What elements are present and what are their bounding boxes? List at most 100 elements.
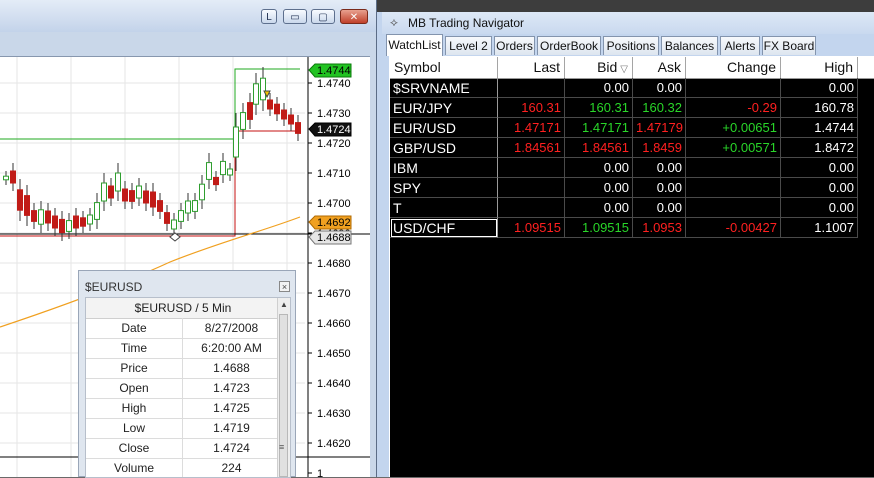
cell-symbol: SPY (390, 178, 498, 198)
layout-button[interactable]: L (261, 9, 277, 24)
cell-change: +0.00571 (686, 138, 781, 158)
restore-button[interactable]: ▢ (311, 9, 335, 24)
column-header-label: High (824, 59, 853, 75)
candle-body (129, 190, 135, 202)
data-label: Price (86, 358, 183, 378)
tab-orders[interactable]: Orders (494, 36, 535, 55)
data-window-table: $EURUSD / 5 Min Date 8/27/2008 Time 6:20:00… (85, 297, 291, 478)
data-window: $EURUSD × $EURUSD / 5 Min Date 8/27/2008 T… (78, 270, 296, 478)
tab-orderbook[interactable]: OrderBook (537, 36, 601, 55)
data-label: Low (86, 418, 183, 438)
cell-last: 1.09515 (498, 218, 565, 238)
watchlist-row-eurjpy[interactable]: EUR/JPY 160.31 160.31 160.32 -0.29 160.78 (390, 98, 874, 118)
watchlist-row-ibm[interactable]: IBM 0.00 0.00 0.00 (390, 158, 874, 178)
candle-body (288, 114, 294, 125)
candle-body (31, 210, 37, 222)
column-header-last[interactable]: Last (498, 57, 565, 78)
data-row-volume: Volume 224 (86, 458, 280, 477)
candle-body (24, 195, 30, 216)
cell-high: 0.00 (781, 158, 858, 178)
cell-ask: 1.0953 (633, 218, 686, 238)
data-label: Time (86, 338, 183, 358)
cell-ask: 1.47179 (633, 118, 686, 138)
scroll-up-icon[interactable]: ▲ (280, 300, 288, 309)
data-row-low: Low 1.4719 (86, 418, 280, 439)
high-price-tag: 1.4744 (308, 63, 352, 78)
candle-body (52, 215, 58, 229)
candle-body (59, 218, 65, 234)
tab-positions[interactable]: Positions (603, 36, 659, 55)
watchlist-row-spy[interactable]: SPY 0.00 0.00 0.00 (390, 178, 874, 198)
price-axis-label: 1.4630 (317, 408, 351, 420)
candle-body (227, 168, 233, 176)
candle-body (247, 102, 253, 120)
price-axis-label: 1.4640 (317, 378, 351, 390)
column-header-high[interactable]: High (781, 57, 858, 78)
column-header-change[interactable]: Change (686, 57, 781, 78)
navigator-title: MB Trading Navigator (408, 16, 525, 30)
tab-alerts[interactable]: Alerts (720, 36, 760, 55)
candle-body (101, 182, 107, 202)
cell-last: 1.47171 (498, 118, 565, 138)
cell-change: -0.29 (686, 98, 781, 118)
cell-ask: 160.32 (633, 98, 686, 118)
close-button[interactable]: ✕ (340, 9, 368, 24)
cell-last (498, 198, 565, 218)
candle-body (267, 99, 273, 110)
watchlist-row-t[interactable]: T 0.00 0.00 0.00 (390, 198, 874, 218)
column-header-symbol[interactable]: Symbol (390, 57, 498, 78)
cursor-price-tag: 1.4688 (308, 230, 352, 245)
data-window-heading: $EURUSD / 5 Min (86, 298, 280, 319)
candle-body (73, 215, 79, 229)
column-header-label: Ask (657, 59, 681, 75)
data-value: 6:20:00 AM (201, 341, 262, 355)
cell-change (686, 178, 781, 198)
cell-change (686, 198, 781, 218)
cell-high: 1.1007 (781, 218, 858, 238)
column-header-label: Last (533, 59, 560, 75)
scrollbar-thumb[interactable] (279, 314, 288, 477)
candle-body (253, 83, 259, 105)
ma-price-tag-label: 1.4692 (317, 217, 351, 229)
candle-body (122, 188, 128, 202)
data-window-scrollbar[interactable]: ▲ ≡ (277, 298, 290, 477)
price-axis-label: 1.4700 (317, 198, 351, 210)
candle-body (94, 202, 100, 220)
data-row-time: Time 6:20:00 AM (86, 338, 280, 359)
tab-fx-board[interactable]: FX Board (762, 36, 816, 55)
data-label: Volume (86, 458, 183, 477)
watchlist-row-usdchf[interactable]: USD/CHF 1.09515 1.09515 1.0953 -0.00427 1.100… (390, 218, 874, 238)
cell-bid: 1.84561 (565, 138, 633, 158)
data-label: Date (86, 318, 183, 338)
watchlist-row-gbpusd[interactable]: GBP/USD 1.84561 1.84561 1.8459 +0.00571 1.847… (390, 138, 874, 158)
candle-body (150, 191, 156, 208)
price-axis-label: 1.4660 (317, 318, 351, 330)
sort-indicator-icon: ▽ (620, 64, 628, 75)
minimize-button[interactable]: ▭ (283, 9, 307, 24)
watchlist-row-eurusd[interactable]: EUR/USD 1.47171 1.47171 1.47179 +0.00651 1.47… (390, 118, 874, 138)
cell-symbol: USD/CHF (390, 218, 498, 238)
cell-symbol: EUR/JPY (390, 98, 498, 118)
candle-body (213, 176, 219, 186)
candle-body (80, 217, 86, 227)
diamond-arrow-icon: ⟡ (390, 15, 398, 29)
watchlist-row-srvname[interactable]: $SRVNAME 0.00 0.00 0.00 (390, 78, 874, 98)
candle-body (45, 210, 51, 224)
tab-watchlist[interactable]: WatchList (386, 34, 443, 56)
candle-body (233, 126, 239, 158)
column-header-bid[interactable]: Bid ▽ (565, 57, 633, 78)
watchlist-header: Symbol Last Bid ▽ Ask Change High (390, 57, 874, 79)
candle-body (38, 209, 44, 225)
data-window-close-icon[interactable]: × (279, 281, 290, 292)
column-header-ask[interactable]: Ask (633, 57, 686, 78)
ma-price-tag: 1.4692 (308, 215, 352, 230)
candle-body (115, 172, 121, 192)
cursor-price-tag-label: 1.4688 (317, 232, 351, 244)
column-header-label: Bid (597, 59, 618, 75)
candle-body (164, 212, 170, 224)
candle-body (143, 190, 149, 204)
candle-body (66, 220, 72, 232)
candle-body (199, 183, 205, 201)
tab-level-2[interactable]: Level 2 (445, 36, 492, 55)
tab-balances[interactable]: Balances (661, 36, 718, 55)
